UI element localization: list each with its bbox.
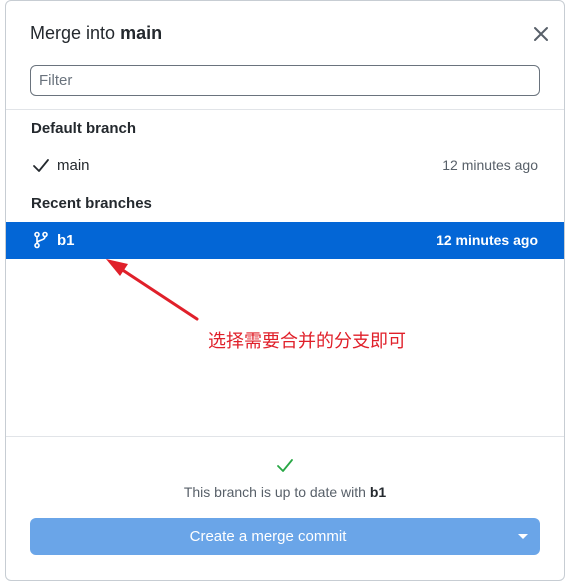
check-icon <box>33 159 49 172</box>
annotation-text: 选择需要合并的分支即可 <box>208 331 406 351</box>
dialog-title: Merge into main <box>30 23 162 44</box>
title-branch: main <box>120 23 163 43</box>
branch-time: 12 minutes ago <box>436 232 538 248</box>
merge-status: This branch is up to date with b1 <box>6 484 564 500</box>
close-icon <box>534 27 548 41</box>
git-branch-icon <box>34 231 48 249</box>
dialog-header: Merge into main <box>6 1 564 110</box>
filter-input[interactable] <box>30 65 540 96</box>
status-branch: b1 <box>369 484 387 500</box>
merge-button-label: Create a merge commit <box>189 528 347 545</box>
branch-name: b1 <box>57 232 75 249</box>
branch-row-b1[interactable]: b1 12 minutes ago <box>6 222 564 259</box>
status-text: This branch is up to date with <box>183 484 366 500</box>
create-merge-commit-button[interactable]: Create a merge commit <box>30 518 540 555</box>
recent-branches-heading: Recent branches <box>31 195 152 212</box>
default-branch-heading: Default branch <box>31 120 137 137</box>
dropdown-caret-icon[interactable] <box>518 534 528 539</box>
dialog-footer: This branch is up to date with b1 Create… <box>6 436 564 580</box>
branch-row-main[interactable]: main 12 minutes ago <box>6 147 564 184</box>
merge-dialog: Merge into main Default branch main 12 m… <box>5 0 565 581</box>
branch-time: 12 minutes ago <box>442 157 538 173</box>
title-prefix: Merge into <box>30 23 116 43</box>
branch-name: main <box>57 157 90 174</box>
success-check-icon <box>277 459 293 472</box>
close-button[interactable] <box>530 23 552 45</box>
